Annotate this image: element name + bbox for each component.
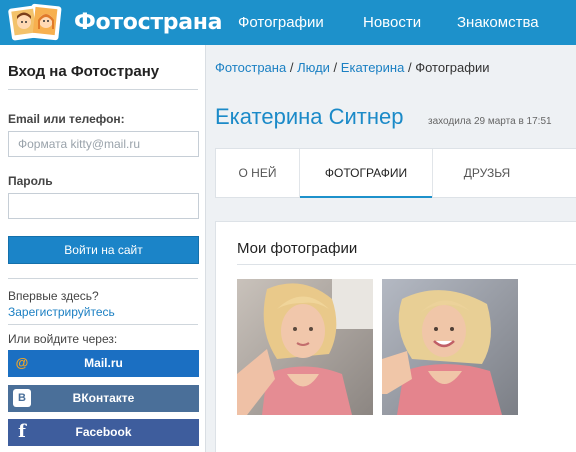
site-logo[interactable]: Фотострана: [8, 3, 223, 41]
photos-panel: Мои фотографии: [215, 221, 576, 452]
breadcrumb-item[interactable]: Фотострана: [215, 60, 286, 75]
facebook-label: Facebook: [75, 425, 132, 439]
breadcrumb-separator: /: [333, 60, 338, 75]
facebook-icon: f: [18, 421, 26, 442]
vk-icon: В: [13, 389, 31, 407]
email-label: Email или телефон:: [8, 112, 125, 126]
profile-name: Екатерина Ситнер: [215, 104, 404, 129]
photo-thumbnail[interactable]: [237, 279, 373, 415]
tab-friends[interactable]: ДРУЗЬЯ: [433, 149, 541, 197]
logo-faces-icon: [8, 3, 68, 41]
photos-title: Мои фотографии: [237, 240, 358, 257]
vk-login-button[interactable]: В ВКонтакте: [8, 385, 199, 412]
nav-news[interactable]: Новости: [363, 0, 457, 45]
profile-tabs: О НЕЙ ФОТОГРАФИИ ДРУЗЬЯ: [215, 148, 576, 198]
divider: [8, 278, 198, 279]
top-header: Фотострана Фотографии Новости Знакомства: [0, 0, 576, 45]
divider: [8, 324, 198, 325]
at-icon: @: [15, 355, 29, 370]
main-nav: Фотографии Новости Знакомства: [238, 0, 539, 45]
facebook-login-button[interactable]: f Facebook: [8, 419, 199, 446]
nav-photos[interactable]: Фотографии: [238, 0, 363, 45]
photo-thumbnail[interactable]: [382, 279, 518, 415]
login-sidebar: Вход на Фотострану Email или телефон: Па…: [0, 45, 206, 452]
password-field[interactable]: [8, 193, 199, 219]
breadcrumb-current: Фотографии: [415, 60, 490, 75]
first-time-text: Впервые здесь?: [8, 289, 99, 303]
login-button[interactable]: Войти на сайт: [8, 236, 199, 264]
logo-text: Фотострана: [74, 9, 223, 35]
email-field[interactable]: [8, 131, 199, 157]
password-label: Пароль: [8, 174, 53, 188]
divider: [8, 89, 198, 90]
mailru-login-button[interactable]: @ Mail.ru: [8, 350, 199, 377]
nav-dating[interactable]: Знакомства: [457, 0, 539, 45]
login-title: Вход на Фотострану: [8, 63, 160, 80]
breadcrumb: Фотострана / Люди / Екатерина / Фотограф…: [215, 60, 490, 75]
breadcrumb-separator: /: [289, 60, 294, 75]
divider: [237, 264, 576, 265]
breadcrumb-item[interactable]: Екатерина: [341, 60, 405, 75]
mailru-label: Mail.ru: [84, 356, 123, 370]
last-seen-text: заходила 29 марта в 17:51: [428, 116, 552, 127]
vk-label: ВКонтакте: [72, 391, 135, 405]
breadcrumb-item[interactable]: Люди: [297, 60, 330, 75]
tab-about[interactable]: О НЕЙ: [216, 149, 299, 197]
breadcrumb-separator: /: [407, 60, 412, 75]
tab-photos[interactable]: ФОТОГРАФИИ: [299, 149, 433, 198]
or-login-text: Или войдите через:: [8, 332, 118, 346]
register-link[interactable]: Зарегистрируйтесь: [8, 305, 115, 319]
